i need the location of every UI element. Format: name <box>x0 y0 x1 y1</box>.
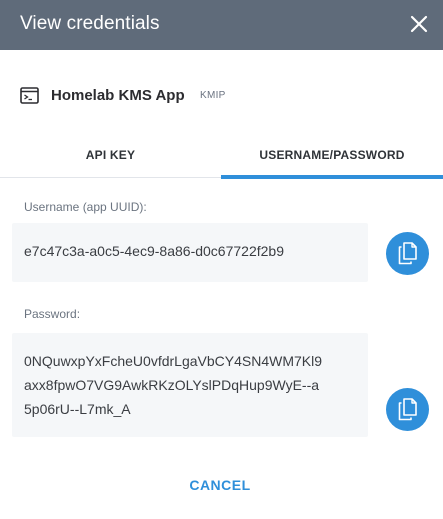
app-protocol-badge: KMIP <box>200 90 226 101</box>
active-tab-indicator <box>221 175 443 179</box>
username-label: Username (app UUID): <box>24 200 147 214</box>
password-line: 5p06rU--L7mk_A <box>24 401 131 417</box>
password-line: 0NQuwxpYxFcheU0vfdrLgaVbCY4SN4WM7Kl9 <box>24 353 323 369</box>
password-line: axx8fpwO7VG9AwkRKzOLYslPDqHup9WyE--a <box>24 377 320 393</box>
close-button[interactable] <box>403 8 435 40</box>
close-icon <box>410 15 428 33</box>
username-field[interactable]: e7c47c3a-a0c5-4ec9-8a86-d0c67722f2b9 <box>12 223 368 282</box>
tab-username-password-label: USERNAME/PASSWORD <box>259 148 405 162</box>
password-field[interactable]: 0NQuwxpYxFcheU0vfdrLgaVbCY4SN4WM7Kl9 axx… <box>12 333 368 437</box>
cancel-button[interactable]: CANCEL <box>170 477 270 499</box>
copy-icon <box>398 242 417 265</box>
dialog-header: View credentials <box>0 0 443 50</box>
copy-icon <box>398 398 417 421</box>
copy-password-button[interactable] <box>386 388 429 431</box>
copy-username-button[interactable] <box>386 232 429 275</box>
tab-username-password[interactable]: USERNAME/PASSWORD <box>221 140 443 179</box>
terminal-window-icon <box>20 87 39 104</box>
dialog-title: View credentials <box>20 13 160 34</box>
credential-tabs: API KEY USERNAME/PASSWORD <box>0 140 443 179</box>
password-label: Password: <box>24 307 81 321</box>
app-info: Homelab KMS App KMIP <box>20 84 420 108</box>
app-name: Homelab KMS App <box>51 87 185 104</box>
tab-api-key[interactable]: API KEY <box>0 140 221 178</box>
